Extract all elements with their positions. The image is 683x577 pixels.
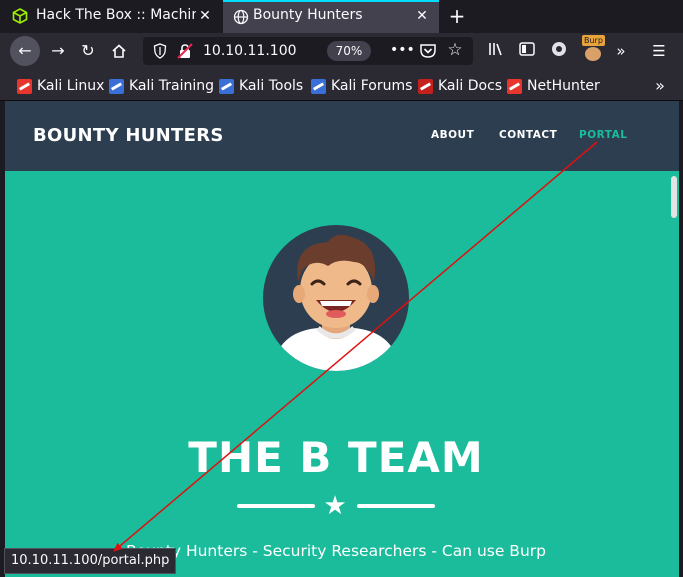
bookmark-label: Kali Docs — [438, 78, 503, 94]
nav-link-portal[interactable]: PORTAL — [579, 129, 627, 141]
tab-title: Bounty Hunters — [253, 7, 363, 23]
globe-icon — [233, 9, 249, 25]
page-heading: THE B TEAM — [188, 433, 484, 482]
kali-forums-icon — [311, 78, 326, 94]
bookmark-label: Kali Linux — [37, 78, 105, 94]
divider-line-right — [357, 504, 435, 508]
bookmark-label: Kali Training — [129, 78, 214, 94]
tab-title: Hack The Box :: Machines — [36, 7, 196, 23]
bookmarks-toolbar: Kali Linux Kali Training Kali Tools Kali… — [0, 69, 683, 101]
kali-tools-icon — [219, 78, 234, 94]
page-viewport: BOUNTY HUNTERS ABOUT CONTACT PORTAL THE … — [5, 101, 679, 577]
tracking-protection-shield-icon[interactable] — [153, 43, 167, 59]
extension-circle-icon[interactable] — [549, 41, 569, 61]
overflow-chevrons-icon[interactable]: » — [611, 41, 631, 61]
tab-strip: Hack The Box :: Machines ✕ Bounty Hunter… — [0, 0, 683, 33]
library-icon[interactable] — [486, 41, 506, 61]
burp-extension-icon[interactable]: Burp — [581, 35, 605, 61]
home-icon[interactable] — [106, 38, 132, 64]
reload-icon[interactable]: ↻ — [75, 38, 101, 64]
bookmark-kali-docs[interactable]: Kali Docs — [418, 77, 502, 95]
star-icon: ★ — [323, 491, 347, 521]
navigation-toolbar: ← → ↻ 10.10.11.100 70% ••• ☆ Burp » ☰ — [0, 33, 683, 69]
forward-arrow-icon[interactable]: → — [45, 38, 71, 64]
bookmark-label: NetHunter — [527, 78, 600, 94]
bookmark-kali-forums[interactable]: Kali Forums — [311, 77, 412, 95]
kali-dragon-icon — [17, 78, 32, 94]
bookmark-kali-training[interactable]: Kali Training — [109, 77, 214, 95]
url-bar[interactable]: 10.10.11.100 70% ••• ☆ — [143, 37, 473, 65]
close-tab-icon[interactable]: ✕ — [414, 8, 430, 24]
bookmark-label: Kali Forums — [331, 78, 413, 94]
bookmark-nethunter[interactable]: NetHunter — [507, 77, 600, 95]
home-glyph — [112, 44, 126, 58]
new-tab-plus-icon[interactable]: + — [446, 5, 468, 27]
site-brand[interactable]: BOUNTY HUNTERS — [33, 125, 224, 146]
divider-line-left — [237, 504, 315, 508]
back-arrow-icon[interactable]: ← — [10, 36, 40, 66]
sidebar-glyph — [519, 42, 535, 56]
hamburger-menu-icon[interactable]: ☰ — [649, 41, 669, 61]
bookmark-label: Kali Tools — [239, 78, 304, 94]
extension-glyph — [552, 42, 566, 56]
insecure-lock-icon[interactable] — [177, 43, 193, 59]
bookmark-kali-linux[interactable]: Kali Linux — [17, 77, 104, 95]
sidebar-icon[interactable] — [517, 41, 537, 61]
link-status-tooltip: 10.10.11.100/portal.php — [4, 548, 177, 574]
page-actions-ellipsis-icon[interactable]: ••• — [390, 41, 415, 61]
kali-training-icon — [109, 78, 124, 94]
zoom-level-badge[interactable]: 70% — [327, 41, 371, 61]
bookmark-star-icon[interactable]: ☆ — [445, 40, 465, 60]
bookmark-kali-tools[interactable]: Kali Tools — [219, 77, 303, 95]
site-navbar: BOUNTY HUNTERS ABOUT CONTACT PORTAL — [5, 101, 679, 171]
scrollbar-thumb[interactable] — [671, 176, 677, 218]
bookmarks-overflow-chevron-icon[interactable]: » — [650, 76, 670, 96]
url-text[interactable]: 10.10.11.100 — [203, 43, 297, 59]
browser-window: Hack The Box :: Machines ✕ Bounty Hunter… — [0, 0, 683, 577]
tab-hack-the-box[interactable]: Hack The Box :: Machines ✕ — [0, 0, 222, 33]
library-glyph — [489, 43, 502, 56]
page-scrollbar[interactable] — [669, 171, 679, 577]
pocket-icon[interactable] — [419, 42, 437, 60]
nav-link-about[interactable]: ABOUT — [431, 129, 474, 141]
burp-avatar — [585, 47, 601, 61]
close-tab-icon[interactable]: ✕ — [197, 8, 213, 24]
kali-docs-icon — [418, 78, 433, 94]
avatar-illustration — [263, 225, 409, 371]
nav-link-contact[interactable]: CONTACT — [499, 129, 557, 141]
nethunter-icon — [507, 78, 522, 94]
hackthebox-cube-icon — [12, 8, 28, 24]
tab-bounty-hunters[interactable]: Bounty Hunters ✕ — [223, 0, 439, 33]
burp-badge: Burp — [582, 35, 605, 46]
